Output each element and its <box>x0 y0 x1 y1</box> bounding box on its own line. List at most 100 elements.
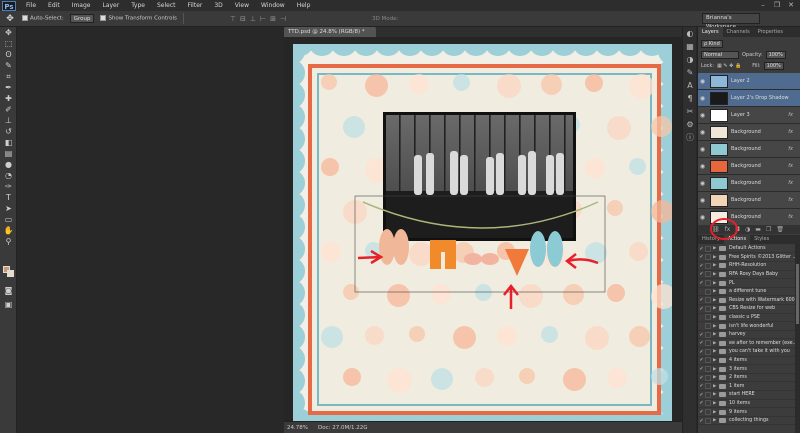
brush-icon[interactable]: ✐ <box>0 104 17 115</box>
action-toggle-check-icon[interactable]: ✓ <box>698 392 705 398</box>
dialog-toggle-icon[interactable] <box>705 340 711 347</box>
opacity-input[interactable]: 100% <box>765 51 786 59</box>
dialog-toggle-icon[interactable] <box>705 348 711 355</box>
dialog-toggle-icon[interactable] <box>705 409 711 416</box>
dialog-toggle-icon[interactable] <box>705 254 711 261</box>
menu-window[interactable]: Window <box>255 2 291 9</box>
action-toggle-check-icon[interactable]: ✓ <box>698 323 705 329</box>
action-set-row[interactable]: ✓ ▶ Default Actions <box>698 245 800 254</box>
action-set-row[interactable]: ✓ ▶ you can't take it with you <box>698 348 800 357</box>
fx-badge-icon[interactable]: fx <box>788 180 793 186</box>
dialog-toggle-icon[interactable] <box>705 288 711 295</box>
quick-mask-icon[interactable]: ◙ <box>0 285 17 296</box>
layer-row[interactable]: ◉ Background fx <box>698 175 800 192</box>
dialog-toggle-icon[interactable] <box>705 271 711 278</box>
tab-channels[interactable]: Channels <box>723 27 754 37</box>
new-layer-icon[interactable]: ❐ <box>766 226 771 233</box>
actions-scrollbar[interactable] <box>795 244 800 433</box>
action-set-row[interactable]: ✓ ▶ ee after to remember (exe... <box>698 340 800 348</box>
action-set-row[interactable]: ✓ ▶ RFA Rosy Days Baby <box>698 271 800 280</box>
move-icon[interactable]: ✥ <box>0 27 17 38</box>
align-top-icon[interactable]: ⊤ <box>230 15 236 23</box>
pen-icon[interactable]: ✑ <box>0 181 17 192</box>
stamp-icon[interactable]: ⊥ <box>0 115 17 126</box>
dialog-toggle-icon[interactable] <box>705 331 711 338</box>
menu-type[interactable]: Type <box>125 2 151 9</box>
action-toggle-check-icon[interactable]: ✓ <box>698 409 705 415</box>
action-toggle-check-icon[interactable]: ✓ <box>698 263 705 269</box>
color-panel-icon[interactable]: ◐ <box>683 27 697 40</box>
action-toggle-check-icon[interactable]: ✓ <box>698 280 705 286</box>
action-set-row[interactable]: ✓ ▶ 4 items <box>698 357 800 366</box>
align-middle-icon[interactable]: ⊟ <box>240 15 246 23</box>
action-set-row[interactable]: ✓ ▶ 2 items <box>698 374 800 383</box>
visibility-eye-icon[interactable]: ◉ <box>698 163 707 170</box>
action-set-row[interactable]: ✓ ▶ 10 items <box>698 400 800 409</box>
action-toggle-check-icon[interactable]: ✓ <box>698 366 705 372</box>
layer-row[interactable]: ◉ Background fx <box>698 124 800 141</box>
hand-icon[interactable]: ✋ <box>0 225 17 236</box>
action-set-row[interactable]: ✓ ▶ a different tune <box>698 288 800 297</box>
close-icon[interactable]: ✕ <box>784 0 798 10</box>
visibility-eye-icon[interactable]: ◉ <box>698 78 707 85</box>
fx-badge-icon[interactable]: fx <box>788 214 793 220</box>
action-toggle-check-icon[interactable]: ✓ <box>698 340 705 346</box>
menu-edit[interactable]: Edit <box>42 2 66 9</box>
dialog-toggle-icon[interactable] <box>705 357 711 364</box>
action-toggle-check-icon[interactable]: ✓ <box>698 357 705 363</box>
action-set-row[interactable]: ✓ ▶ Resize with Watermark 600... <box>698 297 800 305</box>
menu-layer[interactable]: Layer <box>96 2 125 9</box>
character-panel-icon[interactable]: A <box>683 79 697 92</box>
visibility-eye-icon[interactable]: ◉ <box>698 112 707 119</box>
zoom-readout[interactable]: 24.78% <box>287 425 308 431</box>
eyedropper-icon[interactable]: ✒ <box>0 82 17 93</box>
path-select-icon[interactable]: ➤ <box>0 203 17 214</box>
action-set-row[interactable]: ✓ ▶ harvey <box>698 331 800 340</box>
trash-icon[interactable]: 🗑 <box>776 226 784 233</box>
align-center-icon[interactable]: ⊞ <box>270 15 276 23</box>
scrollbar-thumb[interactable] <box>796 264 799 324</box>
dialog-toggle-icon[interactable] <box>705 366 711 373</box>
tools-presets-icon[interactable]: ✂ <box>683 105 697 118</box>
action-toggle-check-icon[interactable]: ✓ <box>698 418 705 424</box>
action-toggle-check-icon[interactable]: ✓ <box>698 254 705 260</box>
move-tool-preset-icon[interactable]: ✥ <box>4 13 16 25</box>
action-toggle-check-icon[interactable]: ✓ <box>698 375 705 381</box>
healing-icon[interactable]: ✚ <box>0 93 17 104</box>
menu-help[interactable]: Help <box>291 2 317 9</box>
action-set-row[interactable]: ✓ ▶ Free Spirits ©2013 Glitter ... <box>698 254 800 262</box>
menu-3d[interactable]: 3D <box>208 2 228 9</box>
menu-select[interactable]: Select <box>151 2 182 9</box>
action-set-row[interactable]: ✓ ▶ 9 items <box>698 408 800 417</box>
action-toggle-check-icon[interactable]: ✓ <box>698 306 705 312</box>
action-toggle-check-icon[interactable]: ✓ <box>698 297 705 303</box>
history-brush-icon[interactable]: ↺ <box>0 126 17 137</box>
layer-kind-filter[interactable]: ρ Kind <box>701 40 723 48</box>
scrapbook-canvas[interactable] <box>293 44 672 421</box>
visibility-eye-icon[interactable]: ◉ <box>698 180 707 187</box>
type-icon[interactable]: T <box>0 192 17 203</box>
action-set-row[interactable]: ✓ ▶ isn't life wonderful <box>698 322 800 331</box>
background-color-swatch[interactable] <box>7 270 14 277</box>
action-toggle-check-icon[interactable]: ✓ <box>698 246 705 252</box>
action-set-row[interactable]: ✓ ▶ start HERE <box>698 391 800 400</box>
action-set-row[interactable]: ✓ ▶ CBS Resize for web <box>698 305 800 314</box>
workspace-switcher[interactable]: Brianna's Workspace <box>702 13 760 30</box>
info-panel-icon[interactable]: ⓘ <box>683 131 697 144</box>
tab-styles[interactable]: Styles <box>750 235 773 244</box>
layer-row[interactable]: ◉ Background fx <box>698 192 800 209</box>
doc-size-readout[interactable]: Doc: 27.0M/1.22G <box>318 425 368 431</box>
action-toggle-check-icon[interactable]: ✓ <box>698 271 705 277</box>
fx-badge-icon[interactable]: fx <box>788 112 793 118</box>
eraser-icon[interactable]: ◧ <box>0 137 17 148</box>
action-set-row[interactable]: ✓ ▶ collecting things <box>698 417 800 426</box>
action-toggle-check-icon[interactable]: ✓ <box>698 332 705 338</box>
layer-row[interactable]: ◉ Layer 2's Drop Shadow <box>698 90 800 107</box>
layer-row[interactable]: ◉ Layer 2 <box>698 73 800 90</box>
minimize-icon[interactable]: – <box>756 0 770 10</box>
menu-filter[interactable]: Filter <box>182 2 209 9</box>
dialog-toggle-icon[interactable] <box>705 314 711 321</box>
auto-select-checkbox[interactable]: Auto-Select: <box>22 15 64 22</box>
dialog-toggle-icon[interactable] <box>705 383 711 390</box>
crop-icon[interactable]: ⌗ <box>0 71 17 82</box>
